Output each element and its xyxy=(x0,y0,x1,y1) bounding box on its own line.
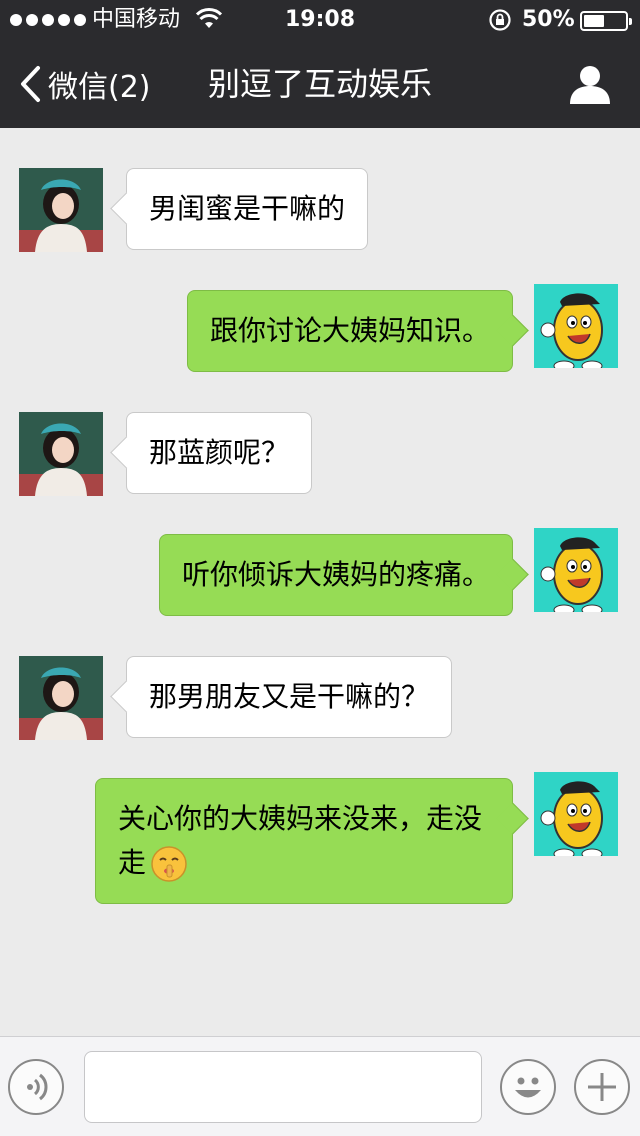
message-input[interactable] xyxy=(84,1051,482,1123)
rotation-lock-icon xyxy=(489,9,511,31)
outgoing-bubble[interactable]: 跟你讨论大姨妈知识。 xyxy=(186,290,513,372)
plus-icon xyxy=(588,1073,616,1101)
chat-title: 别逗了互动娱乐 xyxy=(207,65,432,103)
message-text: 那蓝颜呢？ xyxy=(149,436,290,469)
profile-icon[interactable] xyxy=(568,64,612,106)
message-text: 走 xyxy=(118,846,147,879)
outgoing-bubble[interactable]: 听你倾诉大姨妈的疼痛。 xyxy=(158,534,513,616)
girl-avatar[interactable] xyxy=(19,656,103,740)
incoming-bubble[interactable]: 那男朋友又是干嘛的？ xyxy=(126,656,453,738)
more-button[interactable] xyxy=(574,1059,630,1115)
girl-avatar[interactable] xyxy=(19,168,103,252)
chat-area[interactable]: 男闺蜜是干嘛的 跟你讨论大姨妈知识。 那蓝颜呢？ 听你倾诉大姨妈的疼痛。 那男朋… xyxy=(0,128,640,1036)
battery-level xyxy=(584,15,604,27)
top-bar: 中国移动 19:08 50% 微信(2) 别逗了互动娱乐 xyxy=(0,0,640,128)
message-text: 那男朋友又是干嘛的？ xyxy=(149,680,430,713)
shushing-face-emoji-icon xyxy=(151,846,187,882)
message-text: 男闺蜜是干嘛的 xyxy=(149,192,346,225)
message-text-line: 走 xyxy=(118,841,490,885)
voice-button[interactable] xyxy=(8,1059,64,1115)
mascot-avatar[interactable] xyxy=(534,772,618,856)
battery-icon xyxy=(580,11,632,31)
message-text: 跟你讨论大姨妈知识。 xyxy=(209,314,490,347)
emoji-icon xyxy=(515,1077,541,1098)
mascot-avatar[interactable] xyxy=(534,284,618,368)
girl-avatar[interactable] xyxy=(19,412,103,496)
emoji-button[interactable] xyxy=(500,1059,556,1115)
incoming-bubble[interactable]: 男闺蜜是干嘛的 xyxy=(126,168,369,250)
incoming-bubble[interactable]: 那蓝颜呢？ xyxy=(126,412,313,494)
battery-percent: 50% xyxy=(522,7,575,32)
input-bar xyxy=(0,1036,640,1136)
status-bar: 中国移动 19:08 50% xyxy=(0,0,640,40)
nav-bar: 微信(2) 别逗了互动娱乐 xyxy=(0,40,640,128)
message-text-line: 关心你的大姨妈来没来，走没 xyxy=(118,802,483,835)
voice-icon xyxy=(27,1073,48,1101)
outgoing-bubble[interactable]: 关心你的大姨妈来没来，走没 走 xyxy=(95,778,513,904)
message-text: 听你倾诉大姨妈的疼痛。 xyxy=(181,558,490,591)
mascot-avatar[interactable] xyxy=(534,528,618,612)
